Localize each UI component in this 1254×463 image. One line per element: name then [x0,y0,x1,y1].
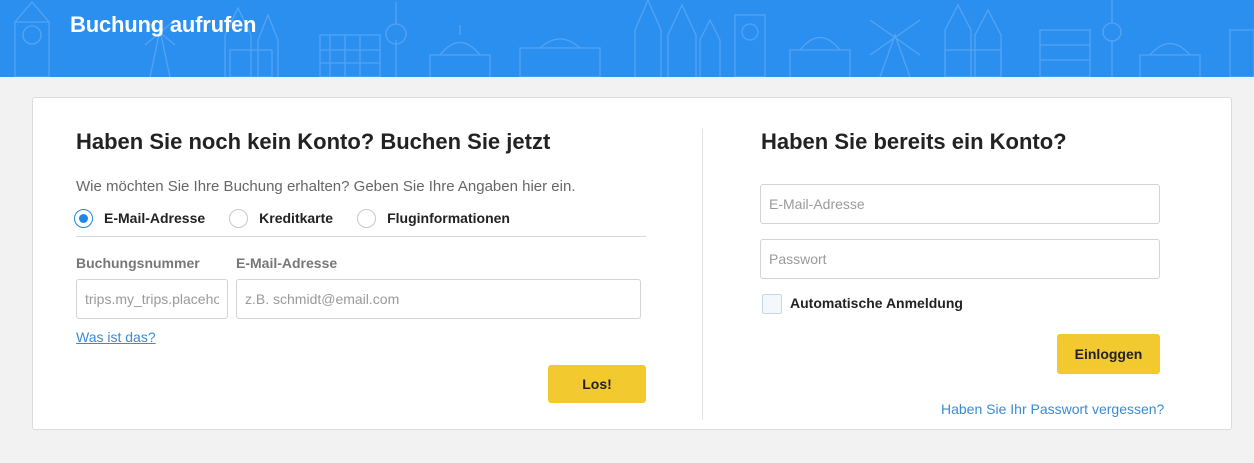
login-button[interactable]: Einloggen [1057,334,1160,374]
guest-email-input[interactable] [236,279,641,319]
lookup-method-radio-group: E-Mail-Adresse Kreditkarte Fluginformati… [74,207,534,229]
auto-login-label: Automatische Anmeldung [790,295,963,311]
submit-button[interactable]: Los! [548,365,646,403]
what-is-this-link[interactable]: Was ist das? [76,329,156,345]
booking-lookup-card: Haben Sie noch kein Konto? Buchen Sie je… [32,97,1232,430]
forgot-password-link[interactable]: Haben Sie Ihr Passwort vergessen? [941,401,1164,417]
radio-option-flight-info[interactable]: Fluginformationen [357,208,510,228]
page-title: Buchung aufrufen [70,12,257,37]
booking-number-input[interactable] [76,279,228,319]
section-divider-line [76,236,646,237]
login-email-input[interactable] [760,184,1160,224]
column-divider [702,129,703,420]
auto-login-checkbox[interactable] [762,294,782,314]
radio-option-email[interactable]: E-Mail-Adresse [74,208,206,228]
radio-label-credit-card: Kreditkarte [259,210,334,226]
header-banner: Buchung aufrufen [0,0,1254,77]
login-password-input[interactable] [760,239,1160,279]
guest-email-label: E-Mail-Adresse [236,255,338,271]
radio-option-credit-card[interactable]: Kreditkarte [229,208,334,228]
member-section-heading: Haben Sie bereits ein Konto? [761,129,1067,154]
guest-section-subtitle: Wie möchten Sie Ihre Buchung erhalten? G… [76,178,576,195]
booking-number-label: Buchungsnummer [76,255,200,271]
radio-label-email: E-Mail-Adresse [104,210,206,226]
radio-button[interactable] [229,208,249,228]
radio-button-selected[interactable] [74,208,93,228]
radio-label-flight-info: Fluginformationen [387,210,510,226]
radio-button[interactable] [357,208,377,228]
guest-section-heading: Haben Sie noch kein Konto? Buchen Sie je… [76,129,551,154]
